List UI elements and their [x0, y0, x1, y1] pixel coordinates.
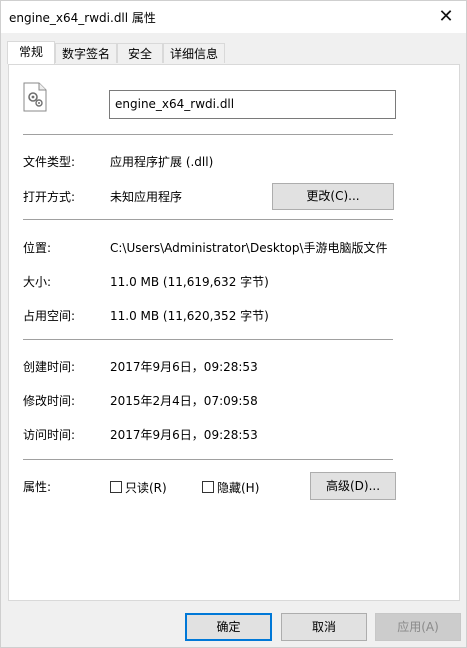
readonly-label[interactable]: 只读(R) — [125, 479, 167, 496]
properties-dialog: engine_x64_rwdi.dll 属性 ✕ 常规 数字签名 安全 详细信息… — [0, 0, 467, 648]
created-label: 创建时间: — [23, 360, 76, 374]
title-bar: engine_x64_rwdi.dll 属性 ✕ — [1, 1, 466, 33]
open-with-value: 未知应用程序 — [110, 190, 183, 204]
cancel-button[interactable]: 取消 — [281, 613, 367, 641]
file-type-label: 文件类型: — [23, 155, 76, 169]
apply-button[interactable]: 应用(A) — [375, 613, 461, 641]
tab-security[interactable]: 安全 — [117, 43, 163, 63]
location-label: 位置: — [23, 241, 52, 255]
size-on-disk-value: 11.0 MB (11,620,352 字节) — [110, 309, 269, 323]
separator — [23, 134, 393, 135]
size-value: 11.0 MB (11,619,632 字节) — [110, 275, 269, 289]
tab-panel-general — [8, 64, 460, 601]
attributes-label: 属性: — [23, 480, 52, 494]
change-button[interactable]: 更改(C)... — [272, 183, 394, 210]
file-type-value: 应用程序扩展 (.dll) — [110, 155, 214, 169]
modified-label: 修改时间: — [23, 394, 76, 408]
readonly-checkbox[interactable] — [110, 481, 122, 493]
tab-details[interactable]: 详细信息 — [163, 43, 225, 63]
tab-general[interactable]: 常规 — [7, 41, 55, 64]
advanced-button[interactable]: 高级(D)... — [310, 472, 396, 500]
separator — [23, 339, 393, 340]
filename-field[interactable]: engine_x64_rwdi.dll — [109, 90, 396, 119]
hidden-checkbox[interactable] — [202, 481, 214, 493]
size-label: 大小: — [23, 275, 52, 289]
separator — [23, 459, 393, 460]
accessed-value: 2017年9月6日，09:28:53 — [110, 428, 258, 442]
size-on-disk-label: 占用空间: — [23, 309, 76, 323]
dll-file-icon — [23, 82, 47, 112]
location-value: C:\Users\Administrator\Desktop\手游电脑版文件 — [110, 241, 388, 255]
accessed-label: 访问时间: — [23, 428, 76, 442]
close-icon[interactable]: ✕ — [434, 7, 458, 27]
ok-button[interactable]: 确定 — [185, 613, 272, 641]
window-title: engine_x64_rwdi.dll 属性 — [9, 11, 156, 25]
created-value: 2017年9月6日，09:28:53 — [110, 360, 258, 374]
tab-digital-signatures[interactable]: 数字签名 — [55, 43, 117, 63]
hidden-label[interactable]: 隐藏(H) — [217, 479, 259, 496]
separator — [23, 219, 393, 220]
modified-value: 2015年2月4日，07:09:58 — [110, 394, 258, 408]
open-with-label: 打开方式: — [23, 190, 76, 204]
